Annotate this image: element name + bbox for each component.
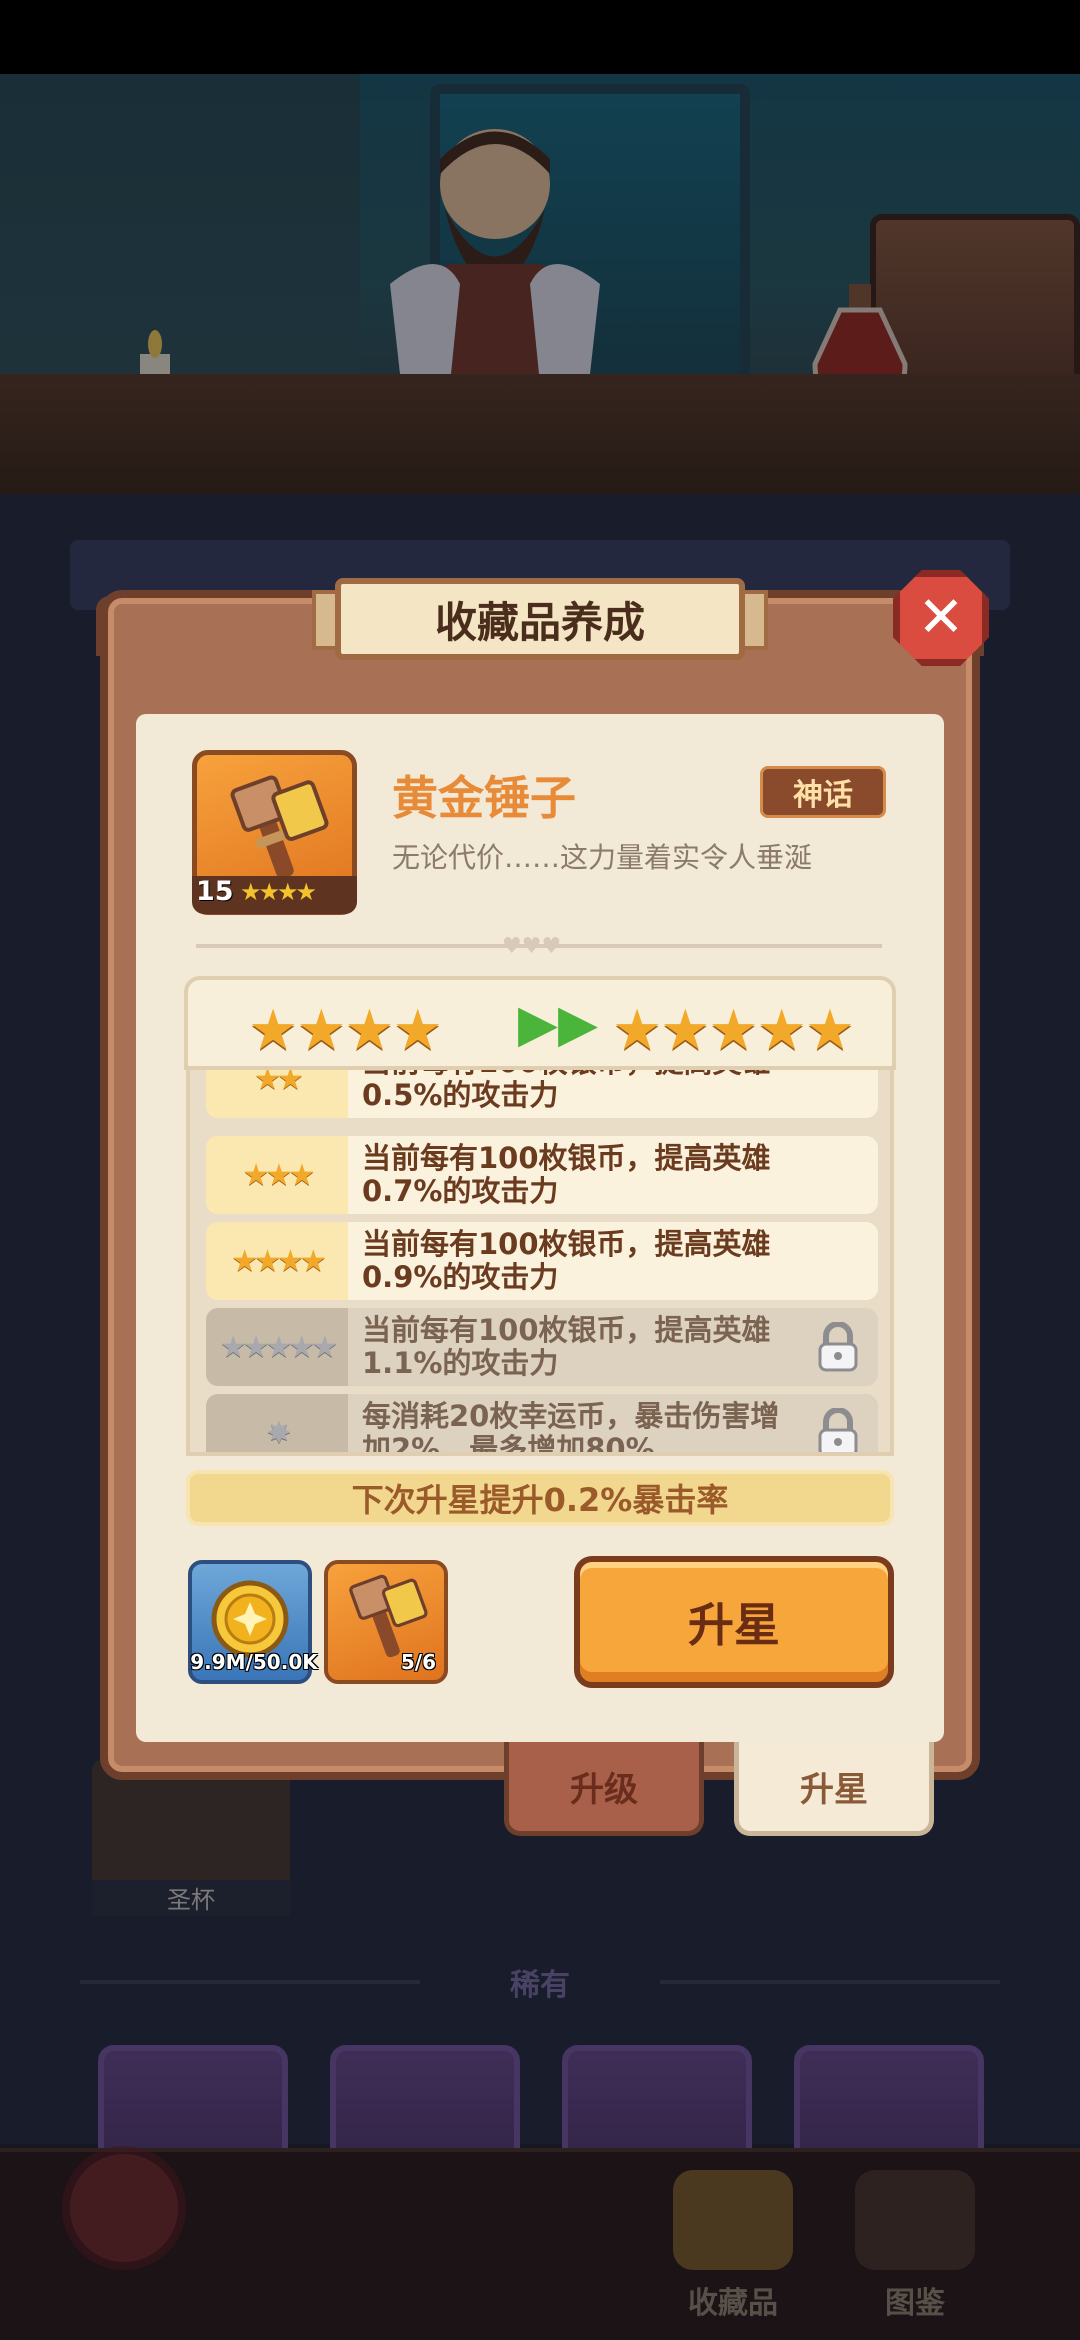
perk-text: 每消耗20枚幸运币，暴击伤害增加2%，最多增加80% — [362, 1399, 780, 1456]
perk-icon: ✸ — [266, 1415, 291, 1451]
next-upgrade-text: 下次升星提升0.2%暴击率 — [351, 1481, 729, 1519]
perk-row-locked: ✸ 每消耗20枚幸运币，暴击伤害增加2%，最多增加80% — [206, 1394, 878, 1456]
perk-row: ★★★★ 当前每有100枚银币，提高英雄0.9%的攻击力 — [206, 1222, 878, 1300]
hammer-cost[interactable]: 5/6 — [324, 1560, 448, 1684]
close-icon: ✕ — [917, 585, 965, 650]
tab-upgrade[interactable]: 升级 — [504, 1742, 704, 1836]
coin-cost[interactable]: 9.9M/50.0K — [188, 1560, 318, 1684]
hammer-cost-amount: 5/6 — [400, 1650, 436, 1674]
lock-icon — [818, 1322, 858, 1372]
perk-text: 当前每有100枚银币，提高英雄0.5%的攻击力 — [362, 1070, 771, 1112]
upgrade-star-button[interactable]: 升星 — [574, 1556, 894, 1688]
dialog-title: 收藏品养成 — [434, 597, 645, 647]
rarity-label: 神话 — [793, 778, 853, 813]
perk-list[interactable]: ★★ 当前每有100枚银币，提高英雄0.5%的攻击力 ★★★ 当前每有100枚银… — [186, 1070, 894, 1456]
tab-star[interactable]: 升星 — [734, 1742, 934, 1836]
divider-ornament: ♥♥♥ — [502, 934, 562, 959]
perk-stars: ★★★ — [242, 1157, 316, 1193]
perk-row: ★★ 当前每有100枚银币，提高英雄0.5%的攻击力 — [206, 1070, 878, 1118]
star-compare-row: ★★★★ ▶▶ ★★★★★ — [184, 976, 896, 1070]
coin-cost-amount: 9.9M/50.0K — [190, 1650, 318, 1674]
perk-text: 当前每有100枚银币，提高英雄0.9%的攻击力 — [362, 1227, 771, 1294]
perk-row-locked: ★★★★★ 当前每有100枚银币，提高英雄1.1%的攻击力 — [206, 1308, 878, 1386]
tab-star-label: 升星 — [800, 1770, 868, 1810]
next-upgrade-bar: 下次升星提升0.2%暴击率 — [186, 1470, 894, 1526]
current-stars: ★★★★ — [248, 998, 443, 1063]
tab-upgrade-label: 升级 — [570, 1770, 638, 1810]
perk-text: 当前每有100枚银币，提高英雄1.1%的攻击力 — [362, 1313, 771, 1380]
item-name: 黄金锤子 — [392, 771, 576, 825]
item-level: 15 — [196, 876, 234, 907]
status-bar — [0, 0, 1080, 74]
lock-icon — [818, 1408, 858, 1452]
dialog-title-banner: 收藏品养成 — [335, 578, 745, 660]
perk-stars: ★★★★★ — [219, 1329, 339, 1365]
item-description: 无论代价……这力量着实令人垂涎 — [392, 841, 813, 874]
double-arrow-icon: ▶▶ — [518, 994, 598, 1054]
next-stars: ★★★★★ — [612, 998, 855, 1063]
perk-row: ★★★ 当前每有100枚银币，提高英雄0.7%的攻击力 — [206, 1136, 878, 1214]
rarity-badge: 神话 — [760, 766, 886, 818]
upgrade-star-label: 升星 — [688, 1598, 780, 1652]
perk-text: 当前每有100枚银币，提高英雄0.7%的攻击力 — [362, 1141, 771, 1208]
item-star-rating: ★★★★ — [240, 878, 317, 906]
perk-stars: ★★★★ — [231, 1243, 327, 1279]
perk-stars: ★★ — [254, 1070, 304, 1097]
close-button[interactable]: ✕ — [893, 570, 989, 666]
